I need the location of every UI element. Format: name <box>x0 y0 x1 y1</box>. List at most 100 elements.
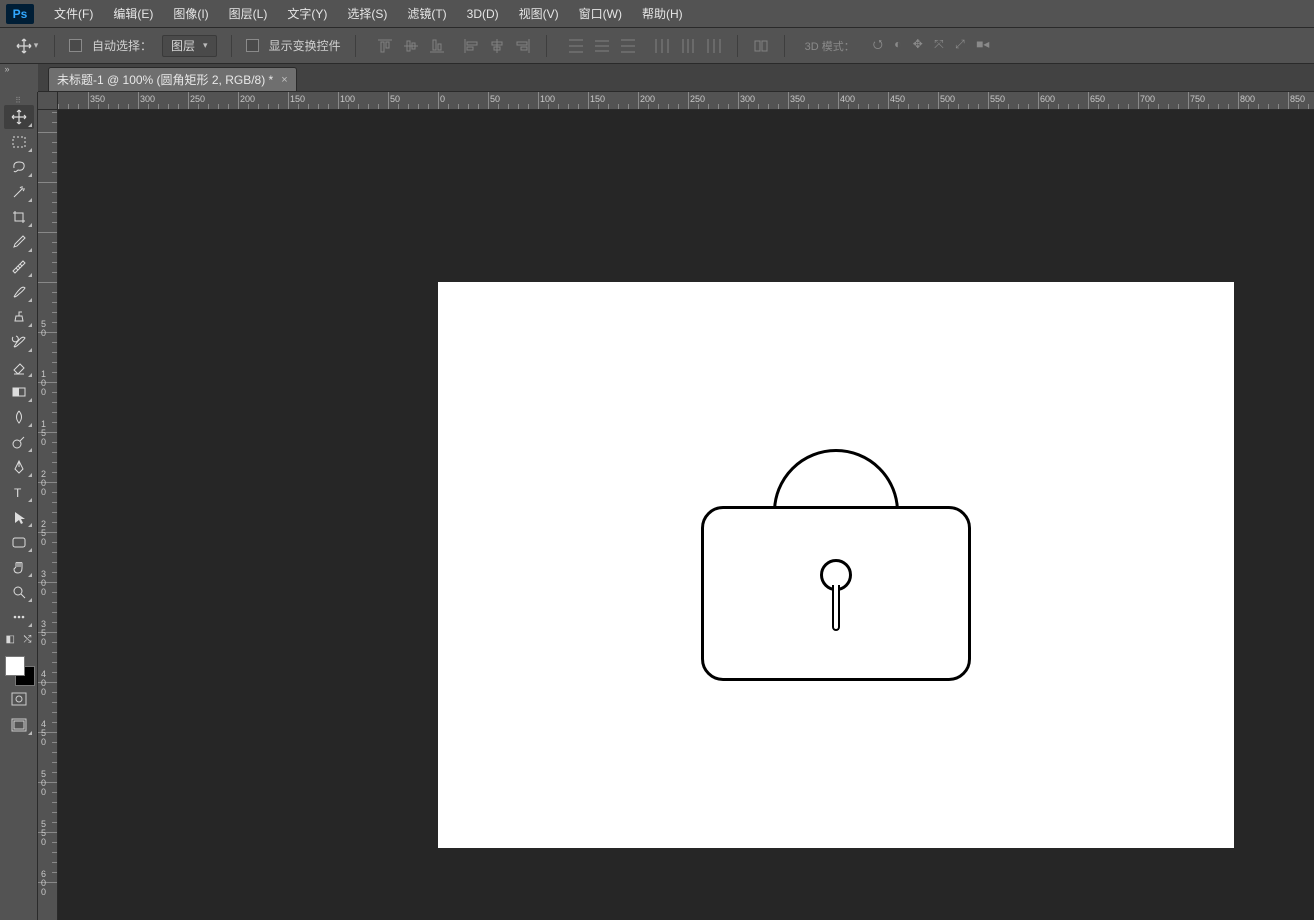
color-swatches[interactable] <box>3 654 35 686</box>
options-bar: ▾ 自动选择： 图层▾ 显示变换控件 3D 模式： ⭯ ◐ ✥ ⤧ ⤢ ■◂ <box>0 28 1314 64</box>
align-hcenter-icon[interactable] <box>488 37 506 55</box>
align-left-icon[interactable] <box>462 37 480 55</box>
auto-select-target-dropdown[interactable]: 图层▾ <box>162 35 217 57</box>
menu-item[interactable]: 窗口(W) <box>569 0 632 28</box>
menu-item[interactable]: 编辑(E) <box>103 0 163 28</box>
distribute-vcenter-icon[interactable] <box>593 37 611 55</box>
default-colors-icon[interactable]: ◧ <box>6 634 15 645</box>
orbit-3d-icon[interactable]: ⭯ <box>873 37 883 51</box>
screen-mode-tool[interactable] <box>4 713 34 737</box>
align-right-icon[interactable] <box>514 37 532 55</box>
dock-handle-icon[interactable]: » <box>0 64 14 74</box>
ruler-v-label: 350 <box>41 620 46 647</box>
rectangular-marquee-tool[interactable] <box>4 130 34 154</box>
ruler-h-label: 50 <box>490 94 500 104</box>
clone-stamp-tool[interactable] <box>4 305 34 329</box>
menu-item[interactable]: 帮助(H) <box>632 0 693 28</box>
current-tool-icon[interactable]: ▾ <box>14 35 40 57</box>
path-selection-tool[interactable] <box>4 505 34 529</box>
ruler-v-label: 550 <box>41 820 46 847</box>
auto-align-icon[interactable] <box>752 37 770 55</box>
zoom-tool[interactable] <box>4 580 34 604</box>
ruler-h-label: 300 <box>740 94 755 104</box>
workarea: 3503002502001501005005010015020025030035… <box>38 92 1314 920</box>
distribute-hcenter-icon[interactable] <box>679 37 697 55</box>
ruler-v-label: 600 <box>41 870 46 897</box>
crop-tool[interactable] <box>4 205 34 229</box>
distribute-horizontal-group <box>653 37 723 55</box>
ruler-h-label: 600 <box>1040 94 1055 104</box>
distribute-vertical-group <box>567 37 637 55</box>
horizontal-ruler[interactable]: 3503002502001501005005010015020025030035… <box>58 92 1314 110</box>
scale-3d-icon[interactable]: ⤢ <box>955 37 965 51</box>
ruler-h-label: 850 <box>1290 94 1305 104</box>
distribute-top-icon[interactable] <box>567 37 585 55</box>
vertical-ruler[interactable]: 50100150200250300350400450500550600 <box>38 110 58 920</box>
brush-tool[interactable] <box>4 280 34 304</box>
ruler-h-label: 350 <box>790 94 805 104</box>
document-tab[interactable]: 未标题-1 @ 100% (圆角矩形 2, RGB/8) * × <box>48 67 297 91</box>
ruler-h-label: 500 <box>940 94 955 104</box>
gradient-tool[interactable] <box>4 380 34 404</box>
close-icon[interactable]: × <box>281 74 287 86</box>
ruler-h-label: 300 <box>140 94 155 104</box>
move-tool[interactable] <box>4 105 34 129</box>
ruler-h-label: 550 <box>990 94 1005 104</box>
slide-3d-icon[interactable]: ⤧ <box>934 37 944 51</box>
menu-item[interactable]: 文字(Y) <box>277 0 337 28</box>
distribute-left-icon[interactable] <box>653 37 671 55</box>
separator <box>231 35 232 57</box>
eyedropper-tool[interactable] <box>4 230 34 254</box>
blur-tool[interactable] <box>4 405 34 429</box>
distribute-right-icon[interactable] <box>705 37 723 55</box>
show-transform-checkbox[interactable] <box>246 39 259 52</box>
auto-select-checkbox[interactable] <box>69 39 82 52</box>
toolbox-handle[interactable]: ⠿ <box>2 96 36 104</box>
align-vertical-group <box>376 37 446 55</box>
history-brush-tool[interactable] <box>4 330 34 354</box>
swap-colors-icon[interactable]: ⤭ <box>24 634 32 645</box>
ruler-h-label: 700 <box>1140 94 1155 104</box>
eraser-tool[interactable] <box>4 355 34 379</box>
pan-3d-icon[interactable]: ✥ <box>913 37 923 51</box>
ruler-h-label: 200 <box>240 94 255 104</box>
color-reset-swap-row: ◧ ⤭ <box>4 634 34 648</box>
app-logo: Ps <box>6 4 34 24</box>
ruler-h-label: 250 <box>190 94 205 104</box>
hand-tool[interactable] <box>4 555 34 579</box>
canvas-viewport[interactable] <box>58 110 1314 920</box>
dodge-tool[interactable] <box>4 430 34 454</box>
ruler-h-label: 100 <box>540 94 555 104</box>
foreground-color-swatch[interactable] <box>5 656 25 676</box>
align-top-icon[interactable] <box>376 37 394 55</box>
camera-3d-icon[interactable]: ■◂ <box>976 37 989 51</box>
roll-3d-icon[interactable]: ◐ <box>894 37 901 51</box>
edit-toolbar[interactable] <box>4 605 34 629</box>
magic-wand-tool[interactable] <box>4 180 34 204</box>
menu-item[interactable]: 选择(S) <box>337 0 397 28</box>
rectangle-shape-tool[interactable] <box>4 530 34 554</box>
type-tool[interactable]: T <box>4 480 34 504</box>
lasso-tool[interactable] <box>4 155 34 179</box>
menu-item[interactable]: 文件(F) <box>44 0 103 28</box>
ruler-v-label: 100 <box>41 370 46 397</box>
menu-item[interactable]: 图像(I) <box>163 0 218 28</box>
document-tabstrip: 未标题-1 @ 100% (圆角矩形 2, RGB/8) * × <box>38 64 1314 92</box>
ruler-v-label: 200 <box>41 470 46 497</box>
menubar: Ps 文件(F)编辑(E)图像(I)图层(L)文字(Y)选择(S)滤镜(T)3D… <box>0 0 1314 28</box>
menu-item[interactable]: 滤镜(T) <box>397 0 456 28</box>
quick-mask-tool[interactable] <box>4 687 34 711</box>
menu-item[interactable]: 3D(D) <box>457 0 509 28</box>
pen-tool[interactable] <box>4 455 34 479</box>
align-bottom-icon[interactable] <box>428 37 446 55</box>
ruler-h-label: 0 <box>440 94 445 104</box>
document-canvas[interactable] <box>438 282 1234 848</box>
menu-item[interactable]: 视图(V) <box>509 0 569 28</box>
ruler-spot-healing-tool[interactable] <box>4 255 34 279</box>
ruler-h-label: 350 <box>90 94 105 104</box>
mode3d-icons: ⭯ ◐ ✥ ⤧ ⤢ ■◂ <box>865 35 990 56</box>
align-vcenter-icon[interactable] <box>402 37 420 55</box>
menu-item[interactable]: 图层(L) <box>219 0 278 28</box>
ruler-origin[interactable] <box>38 92 58 110</box>
distribute-bottom-icon[interactable] <box>619 37 637 55</box>
